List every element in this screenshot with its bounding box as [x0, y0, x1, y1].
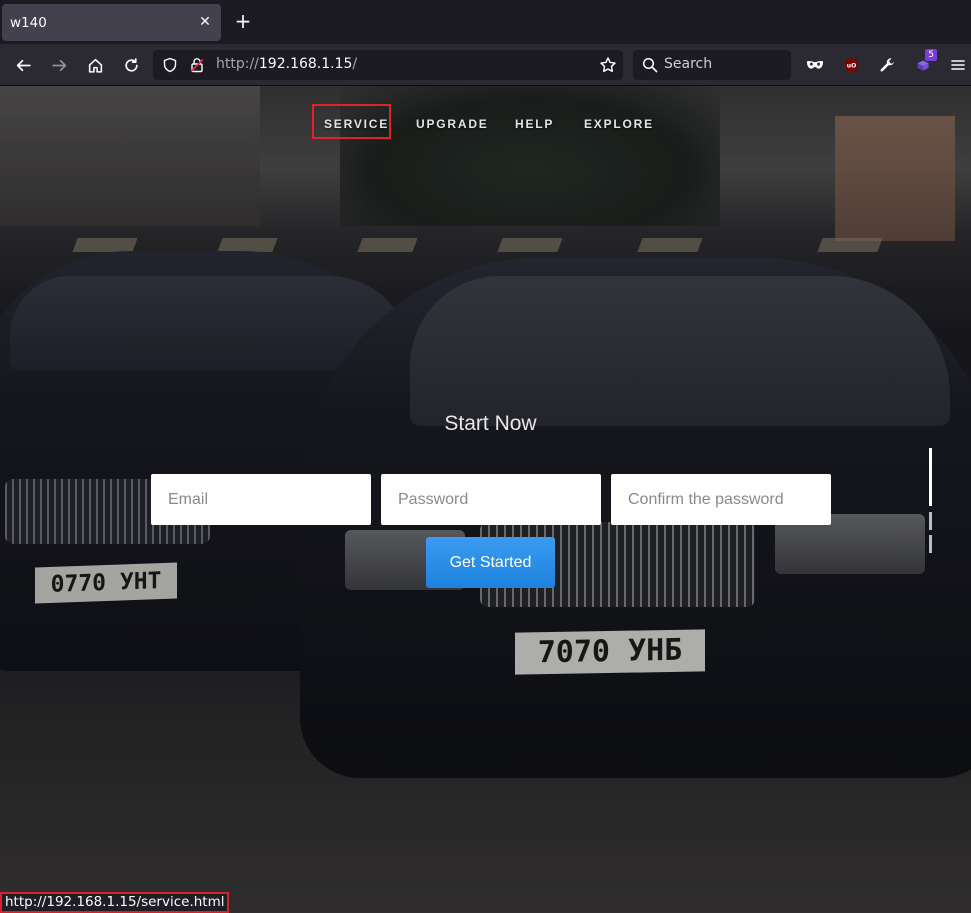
ublock-icon[interactable]: uO	[839, 53, 863, 77]
link-status-bar: http://192.168.1.15/service.html	[0, 892, 230, 913]
nav-explore-link[interactable]: EXPLORE	[584, 112, 654, 136]
extensions-icon[interactable]: 5	[911, 49, 937, 77]
insecure-lock-icon[interactable]	[189, 57, 205, 73]
scroll-indicator-active[interactable]	[929, 448, 932, 506]
svg-text:uO: uO	[846, 62, 856, 69]
site-nav: SERVICE UPGRADE HELP EXPLORE	[0, 112, 971, 136]
page-viewport: 0770 УНТ 7070 УНБ SERVICE UPGRADE HELP E…	[0, 86, 971, 913]
search-placeholder: Search	[664, 56, 713, 72]
home-icon[interactable]	[83, 53, 107, 77]
star-icon[interactable]	[599, 56, 617, 74]
tracking-shield-icon[interactable]	[162, 57, 178, 73]
navigation-toolbar: http://192.168.1.15/ Search uO 5	[0, 44, 971, 86]
search-bar[interactable]: Search	[633, 50, 791, 80]
scroll-indicator-dot[interactable]	[929, 535, 932, 553]
magnifier-icon	[642, 57, 658, 73]
browser-tab[interactable]: w140 ✕	[2, 4, 221, 41]
wrench-icon[interactable]	[875, 53, 899, 77]
scroll-indicator-dot[interactable]	[929, 512, 932, 530]
nav-help-link[interactable]: HELP	[515, 112, 554, 136]
email-field[interactable]	[151, 474, 371, 525]
hamburger-menu-icon[interactable]	[946, 53, 970, 77]
get-started-button[interactable]: Get Started	[426, 537, 555, 588]
confirm-password-field[interactable]	[611, 474, 831, 525]
password-field[interactable]	[381, 474, 601, 525]
back-arrow-icon[interactable]	[11, 53, 35, 77]
hover-highlight-box	[312, 104, 391, 139]
tab-title: w140	[10, 14, 47, 31]
tab-bar: w140 ✕ +	[0, 0, 971, 44]
forward-arrow-icon[interactable]	[47, 53, 71, 77]
url-text[interactable]: http://192.168.1.15/	[216, 56, 357, 72]
hero-title: Start Now	[444, 412, 537, 435]
reload-icon[interactable]	[119, 53, 143, 77]
url-bar[interactable]: http://192.168.1.15/	[153, 50, 623, 80]
plus-icon[interactable]: +	[232, 10, 254, 34]
extensions-badge: 5	[925, 49, 937, 61]
nav-upgrade-link[interactable]: UPGRADE	[416, 112, 489, 136]
close-icon[interactable]: ✕	[197, 14, 213, 30]
mask-icon[interactable]	[803, 53, 827, 77]
